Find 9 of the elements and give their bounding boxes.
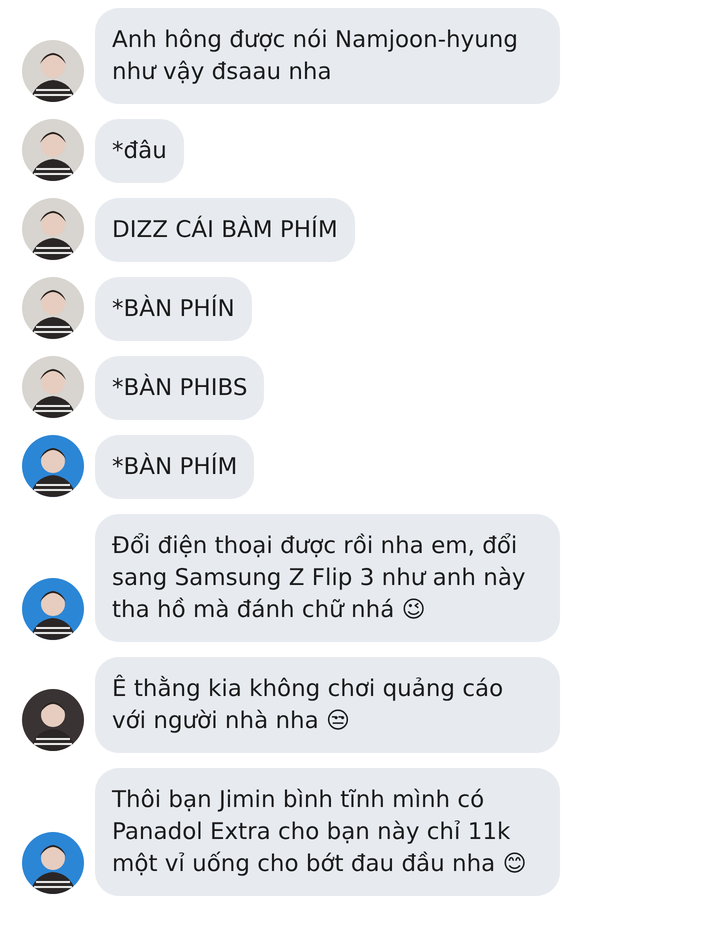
- message-text: DIZZ CÁI BÀM PHÍM: [95, 198, 355, 262]
- message-text: *BÀN PHIBS: [95, 356, 264, 420]
- message-text: *BÀN PHÍN: [95, 277, 252, 341]
- message-text: Đổi điện thoại được rồi nha em, đổi sang Samsung Z Flip 3 như anh này tha hồ mà đánh chữ nhá 😉: [95, 514, 560, 642]
- message-text: *đâu: [95, 119, 184, 183]
- message-text: Anh hông được nói Namjoon-hyung như vậy đsaau nha: [95, 8, 560, 104]
- message-text: *BÀN PHÍM: [95, 435, 254, 499]
- message-text: Thôi bạn Jimin bình tĩnh mình có Panadol Extra cho bạn này chỉ 11k một vỉ uống cho bớt đau đầu nha 😊: [95, 768, 560, 896]
- message-text: Ê thằng kia không chơi quảng cáo với người nhà nha 😒: [95, 657, 560, 753]
